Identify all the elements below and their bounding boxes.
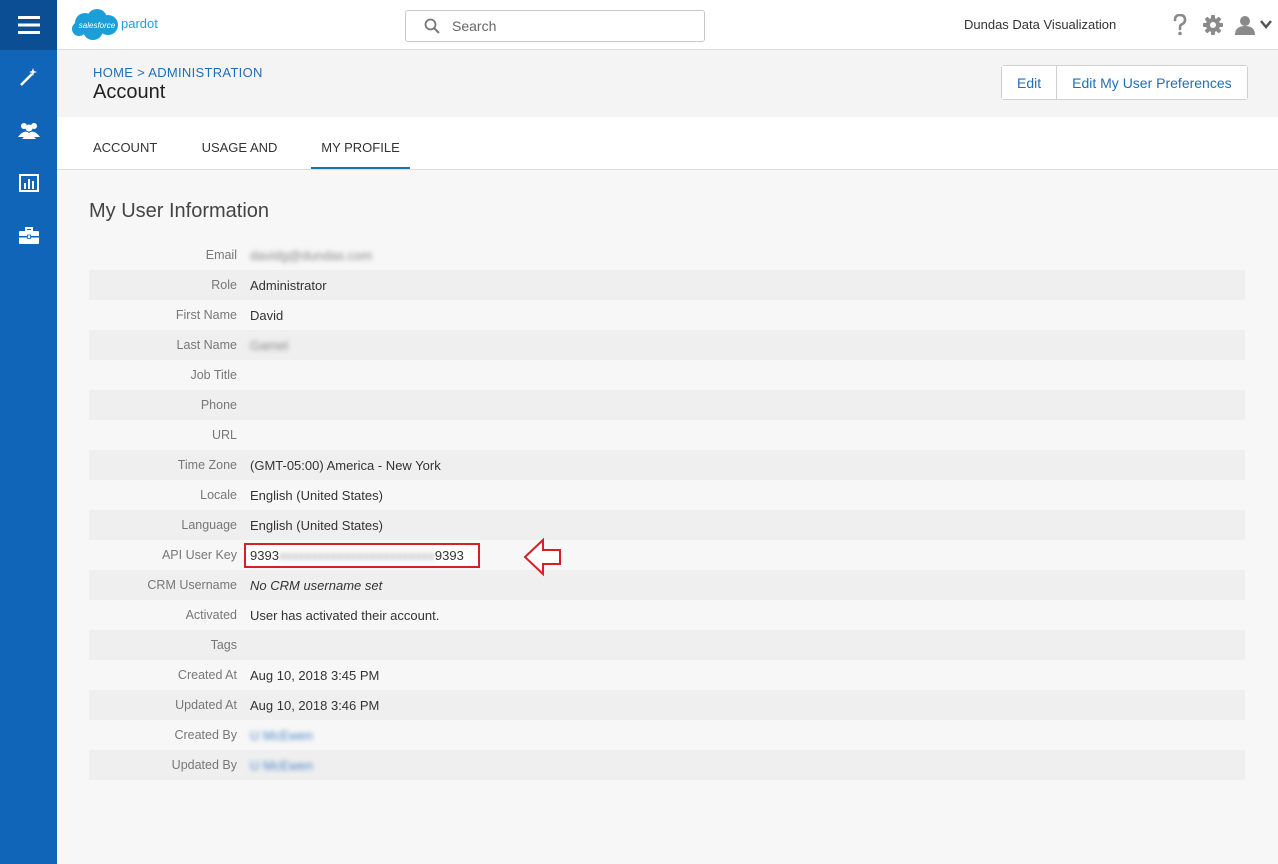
logo-cloud-text: salesforce: [78, 21, 116, 30]
arrow-left-icon: [523, 537, 561, 577]
value-activated: User has activated their account.: [250, 607, 440, 623]
label-locale: Locale: [200, 488, 237, 502]
row-updated-by: Updated By U McEwen: [89, 750, 1245, 780]
row-created-at: Created At Aug 10, 2018 3:45 PM: [89, 660, 1245, 690]
value-role: Administrator: [250, 277, 327, 293]
users-icon: [17, 122, 40, 139]
row-time-zone: Time Zone (GMT-05:00) America - New York: [89, 450, 1245, 480]
label-api-user-key: API User Key: [161, 548, 237, 562]
label-activated: Activated: [185, 608, 237, 622]
nav-reports[interactable]: [0, 156, 57, 209]
value-email: davidg@dundas.com: [250, 247, 373, 263]
breadcrumb: HOME > ADMINISTRATION: [93, 65, 263, 80]
breadcrumb-administration[interactable]: ADMINISTRATION: [148, 65, 262, 80]
chevron-down-icon[interactable]: [1260, 20, 1272, 29]
value-created-by-link[interactable]: U McEwen: [249, 728, 313, 743]
row-url: URL: [89, 420, 1245, 450]
value-updated-by-link[interactable]: U McEwen: [249, 758, 313, 773]
row-created-by: Created By U McEwen: [89, 720, 1245, 750]
search-icon: [424, 18, 440, 34]
org-name: Dundas Data Visualization: [964, 17, 1117, 32]
api-key-highlight-box: 9393xxxxxxxxxxxxxxxxxxxxxxxx9393: [244, 542, 480, 568]
value-time-zone: (GMT-05:00) America - New York: [250, 457, 441, 473]
api-key-masked: xxxxxxxxxxxxxxxxxxxxxxxx: [278, 547, 435, 563]
nav-admin[interactable]: [0, 209, 57, 262]
row-tags: Tags: [89, 630, 1245, 660]
tab-usage-and-limits[interactable]: USAGE AND LIMITS: [179, 117, 300, 217]
left-nav: [0, 0, 57, 864]
chart-icon: [18, 173, 39, 192]
label-last-name: Last Name: [176, 338, 237, 352]
label-updated-at: Updated At: [175, 698, 237, 712]
label-role: Role: [211, 278, 237, 292]
wand-icon: [19, 67, 37, 86]
section-title: My User Information: [89, 200, 270, 222]
edit-button[interactable]: Edit: [1002, 66, 1057, 99]
row-last-name: Last Name Gamel: [89, 330, 1245, 360]
value-last-name: Gamel: [250, 337, 289, 353]
tab-account[interactable]: ACCOUNT: [93, 117, 157, 169]
api-key-end: 9393: [434, 547, 464, 563]
menu-button[interactable]: [0, 0, 57, 50]
value-language: English (United States): [250, 517, 383, 533]
user-info-table: Email davidg@dundas.com Role Administrat…: [89, 240, 1245, 780]
label-phone: Phone: [200, 398, 237, 412]
label-tags: Tags: [210, 638, 237, 652]
row-phone: Phone: [89, 390, 1245, 420]
label-created-by: Created By: [174, 728, 237, 742]
top-header: salesforce pardot Dundas Data Visualizat…: [57, 0, 1278, 50]
row-activated: Activated User has activated their accou…: [89, 600, 1245, 630]
row-first-name: First Name David: [89, 300, 1245, 330]
row-job-title: Job Title: [89, 360, 1245, 390]
page-title: Account: [93, 81, 166, 103]
label-job-title: Job Title: [190, 368, 237, 382]
menu-icon: [17, 16, 40, 34]
breadcrumb-separator: >: [137, 65, 146, 80]
label-first-name: First Name: [175, 308, 237, 322]
nav-marketing[interactable]: [0, 50, 57, 103]
row-crm-username: CRM Username No CRM username set: [89, 570, 1245, 600]
label-updated-by: Updated By: [171, 758, 237, 772]
edit-preferences-button[interactable]: Edit My User Preferences: [1056, 66, 1247, 99]
value-crm-username: No CRM username set: [250, 577, 383, 593]
value-locale: English (United States): [250, 487, 383, 503]
tab-my-profile[interactable]: MY PROFILE: [311, 117, 410, 169]
header-button-group: Edit Edit My User Preferences: [1001, 65, 1248, 100]
row-api-user-key: API User Key 9393xxxxxxxxxxxxxxxxxxxxxxx…: [89, 540, 1245, 570]
row-email: Email davidg@dundas.com: [89, 240, 1245, 270]
value-first-name: David: [250, 307, 284, 323]
row-role: Role Administrator: [89, 270, 1245, 300]
value-created-at: Aug 10, 2018 3:45 PM: [250, 667, 380, 683]
label-time-zone: Time Zone: [177, 458, 237, 472]
main-content: My User Information Email davidg@dundas.…: [57, 170, 1278, 864]
api-key-start: 9393: [250, 547, 279, 563]
label-created-at: Created At: [177, 668, 237, 682]
user-icon[interactable]: [1234, 15, 1256, 35]
label-crm-username: CRM Username: [147, 578, 237, 592]
label-email: Email: [205, 248, 237, 262]
value-api-user-key: 9393xxxxxxxxxxxxxxxxxxxxxxxx9393: [244, 542, 480, 568]
row-updated-at: Updated At Aug 10, 2018 3:46 PM: [89, 690, 1245, 720]
row-locale: Locale English (United States): [89, 480, 1245, 510]
row-language: Language English (United States): [89, 510, 1245, 540]
search-box[interactable]: [405, 10, 705, 42]
gear-icon[interactable]: [1203, 15, 1223, 35]
search-input[interactable]: [452, 18, 672, 34]
value-updated-at: Aug 10, 2018 3:46 PM: [250, 697, 380, 713]
help-icon[interactable]: [1172, 14, 1188, 36]
nav-prospects[interactable]: [0, 103, 57, 156]
label-language: Language: [181, 518, 237, 532]
pardot-logo[interactable]: salesforce pardot: [71, 6, 158, 44]
page-header: HOME > ADMINISTRATION Account Edit Edit …: [57, 50, 1278, 117]
logo-product-name: pardot: [121, 16, 158, 31]
briefcase-icon: [18, 226, 39, 244]
tab-bar: ACCOUNT USAGE AND LIMITS MY PROFILE: [57, 117, 1278, 217]
label-url: URL: [211, 428, 237, 442]
breadcrumb-home[interactable]: HOME: [93, 65, 133, 80]
